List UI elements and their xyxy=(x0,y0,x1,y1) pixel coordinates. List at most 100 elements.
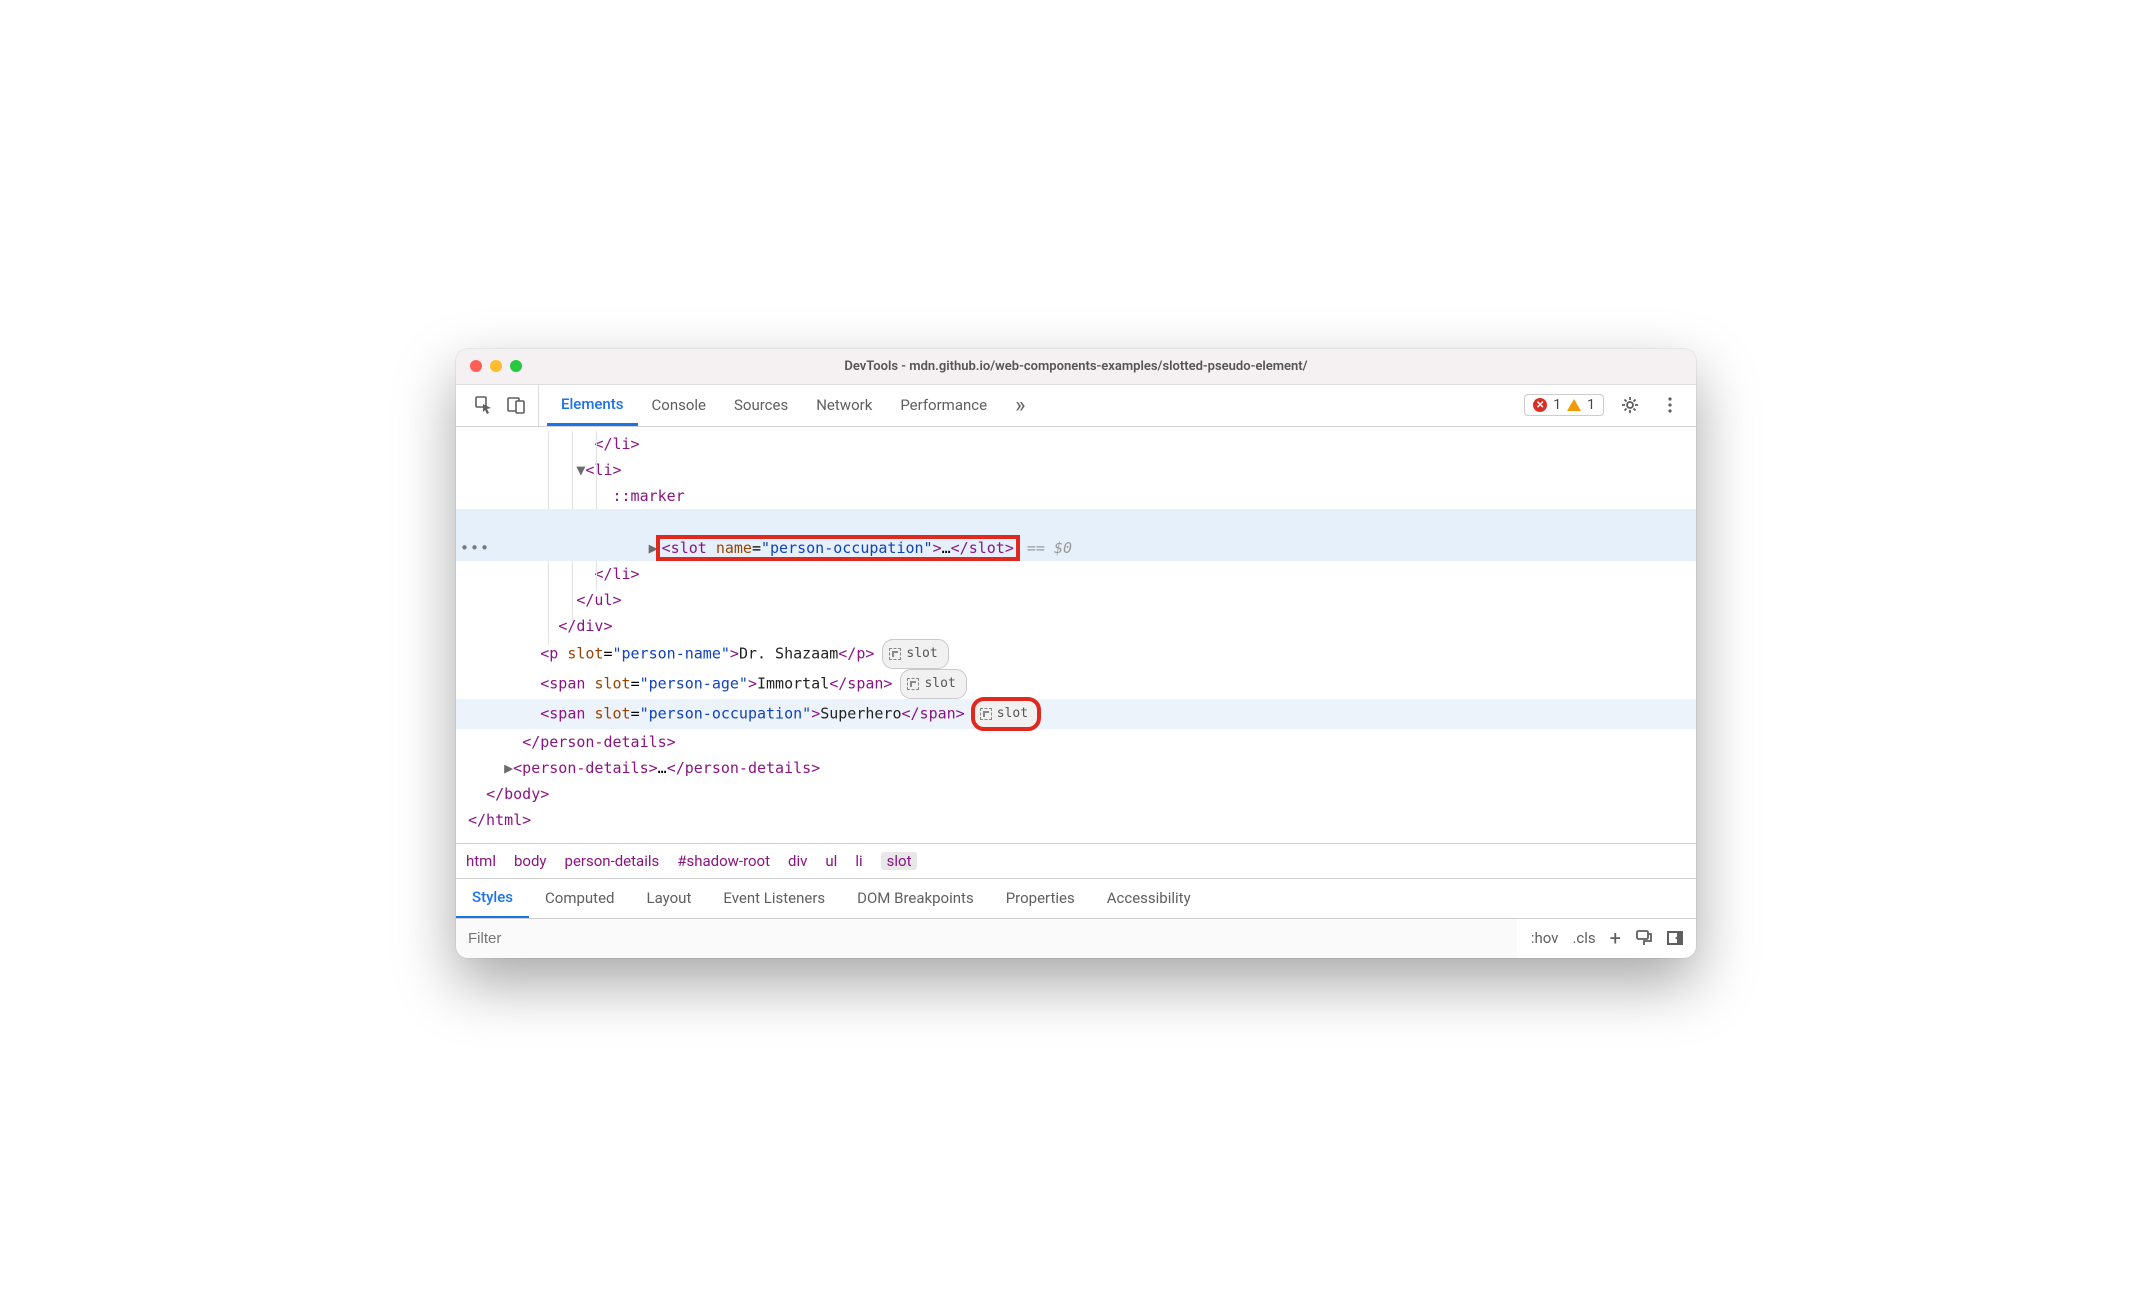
text-node: Immortal xyxy=(757,674,829,692)
new-style-rule-icon[interactable]: + xyxy=(1610,926,1621,950)
close-icon[interactable] xyxy=(470,360,482,372)
error-count: 1 xyxy=(1553,397,1561,413)
styles-tabs: Styles Computed Layout Event Listeners D… xyxy=(456,878,1696,918)
tree-row[interactable]: ▶<person-details>…</person-details> xyxy=(456,755,1696,781)
warning-icon xyxy=(1567,399,1581,411)
tab-sources[interactable]: Sources xyxy=(720,385,802,426)
breadcrumb-item[interactable]: li xyxy=(855,852,862,870)
tab-performance[interactable]: Performance xyxy=(886,385,1001,426)
slot-reveal-badge-highlighted[interactable]: slot xyxy=(973,699,1039,729)
close-div-tag: </div> xyxy=(558,617,612,635)
tree-row-selected[interactable]: ••• ▶<slot name="person-occupation">…</s… xyxy=(456,509,1696,561)
inspect-icon[interactable] xyxy=(470,391,498,419)
window-controls xyxy=(470,360,522,372)
styles-tab-layout[interactable]: Layout xyxy=(631,879,708,918)
span-close: </span> xyxy=(829,674,892,692)
more-tabs-icon[interactable]: » xyxy=(1001,385,1039,426)
styles-tab-accessibility[interactable]: Accessibility xyxy=(1091,879,1207,918)
attr-name: slot xyxy=(594,674,630,692)
device-toggle-icon[interactable] xyxy=(502,391,530,419)
slot-badge-label: slot xyxy=(924,671,955,697)
tree-row[interactable]: </div> xyxy=(456,613,1696,639)
selected-ref: == $0 xyxy=(1018,539,1072,557)
slot-reveal-icon xyxy=(907,678,919,690)
tree-row[interactable]: </li> xyxy=(456,431,1696,457)
span-open: <span xyxy=(540,704,585,722)
selected-dots-icon: ••• xyxy=(460,535,490,561)
slot-reveal-badge[interactable]: slot xyxy=(882,639,948,669)
tab-elements[interactable]: Elements xyxy=(547,385,638,426)
breadcrumb-item-active[interactable]: slot xyxy=(881,852,918,870)
tree-row[interactable]: </li> xyxy=(456,561,1696,587)
breadcrumb-item[interactable]: person-details xyxy=(565,852,660,870)
expand-icon[interactable]: ▶ xyxy=(649,539,658,557)
p-close: </p> xyxy=(838,644,874,662)
window-title: DevTools - mdn.github.io/web-components-… xyxy=(456,359,1696,374)
styles-filter-input[interactable] xyxy=(456,919,1517,958)
titlebar: DevTools - mdn.github.io/web-components-… xyxy=(456,349,1696,385)
slot-reveal-icon xyxy=(980,708,992,720)
warning-count: 1 xyxy=(1587,397,1595,413)
paint-icon[interactable] xyxy=(1635,929,1653,947)
styles-tab-computed[interactable]: Computed xyxy=(529,879,631,918)
toolbar-right: ✕ 1 1 xyxy=(1512,385,1696,426)
tab-console[interactable]: Console xyxy=(638,385,721,426)
slot-reveal-badge[interactable]: slot xyxy=(900,669,966,699)
text-node: Superhero xyxy=(820,704,901,722)
zoom-icon[interactable] xyxy=(510,360,522,372)
tree-row[interactable]: <p slot="person-name">Dr. Shazaam</p>slo… xyxy=(456,639,1696,669)
minimize-icon[interactable] xyxy=(490,360,502,372)
hov-toggle[interactable]: :hov xyxy=(1531,929,1559,947)
styles-tab-styles[interactable]: Styles xyxy=(456,879,529,918)
close-person-details: </person-details> xyxy=(522,733,676,751)
expand-icon[interactable]: ▶ xyxy=(504,759,513,777)
styles-filter-row: :hov .cls + xyxy=(456,918,1696,958)
cls-toggle[interactable]: .cls xyxy=(1572,929,1595,947)
span-open: <span xyxy=(540,674,585,692)
toolbar-icon-group xyxy=(462,385,539,426)
error-icon: ✕ xyxy=(1533,398,1547,412)
text-node: Dr. Shazaam xyxy=(739,644,838,662)
tree-row[interactable]: </person-details> xyxy=(456,729,1696,755)
close-li-tag: </li> xyxy=(594,565,639,583)
styles-tab-event-listeners[interactable]: Event Listeners xyxy=(707,879,841,918)
styles-tab-properties[interactable]: Properties xyxy=(990,879,1091,918)
breadcrumb-item[interactable]: ul xyxy=(825,852,837,870)
tree-row[interactable]: </body> xyxy=(456,781,1696,807)
tree-row[interactable]: </html> xyxy=(456,807,1696,833)
slot-badge-label: slot xyxy=(997,701,1028,727)
breadcrumb-item[interactable]: html xyxy=(466,852,496,870)
attr-name: slot xyxy=(594,704,630,722)
slot-open: <slot xyxy=(662,539,707,557)
span-close: </span> xyxy=(902,704,965,722)
tree-row-related[interactable]: <span slot="person-occupation">Superhero… xyxy=(456,699,1696,729)
styles-tab-dom-breakpoints[interactable]: DOM Breakpoints xyxy=(841,879,990,918)
tree-row[interactable]: </ul> xyxy=(456,587,1696,613)
settings-icon[interactable] xyxy=(1616,391,1644,419)
toggle-sidebar-icon[interactable] xyxy=(1667,931,1682,945)
ellipsis: … xyxy=(942,539,951,557)
slot-reveal-icon xyxy=(889,648,901,660)
breadcrumb-item[interactable]: body xyxy=(514,852,547,870)
tree-row[interactable]: ▼<li> xyxy=(456,457,1696,483)
p-open: <p xyxy=(540,644,558,662)
kebab-menu-icon[interactable] xyxy=(1656,391,1684,419)
breadcrumb-item[interactable]: div xyxy=(788,852,807,870)
slot-badge-label: slot xyxy=(906,641,937,667)
tab-network[interactable]: Network xyxy=(802,385,886,426)
panel-tabs: Elements Console Sources Network Perform… xyxy=(547,385,1512,426)
slot-open-end: > xyxy=(933,539,942,557)
close-body-tag: </body> xyxy=(486,785,549,803)
breadcrumb-item[interactable]: #shadow-root xyxy=(677,852,770,870)
attr-val: "person-occupation" xyxy=(640,704,812,722)
attr-name: name xyxy=(716,539,752,557)
pseudo-marker: ::marker xyxy=(613,487,685,505)
pd-open: <person-details> xyxy=(513,759,658,777)
ellipsis: … xyxy=(658,759,667,777)
open-li-tag: <li> xyxy=(585,461,621,479)
issues-badge[interactable]: ✕ 1 1 xyxy=(1524,394,1604,416)
attr-eq: = xyxy=(752,539,761,557)
tree-row[interactable]: ::marker xyxy=(456,483,1696,509)
elements-tree[interactable]: </li> ▼<li> ::marker ••• ▶<slot name="pe… xyxy=(456,427,1696,843)
tree-row[interactable]: <span slot="person-age">Immortal</span>s… xyxy=(456,669,1696,699)
